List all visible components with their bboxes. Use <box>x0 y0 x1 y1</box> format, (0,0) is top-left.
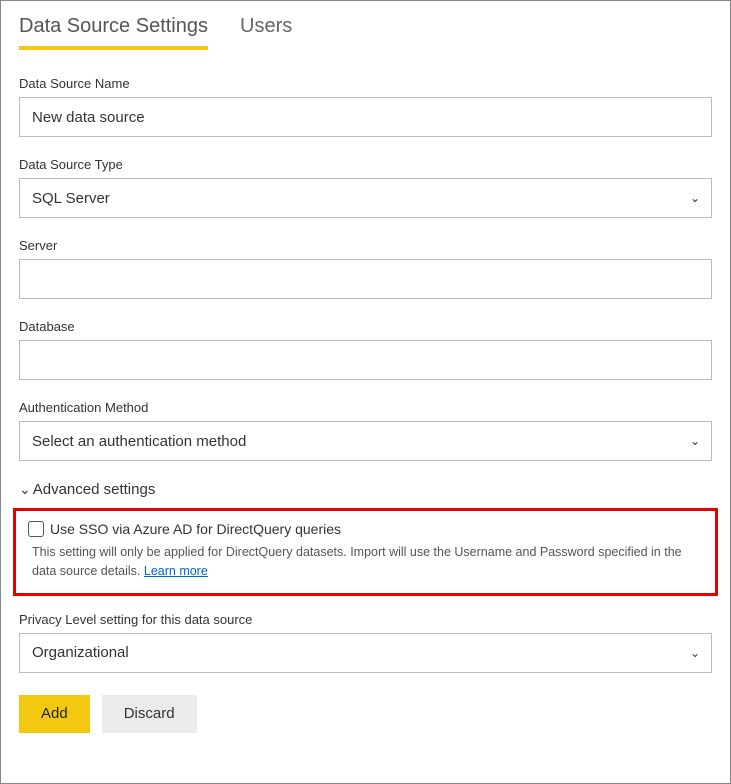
tabs-bar: Data Source Settings Users <box>1 1 730 50</box>
discard-button[interactable]: Discard <box>102 695 197 733</box>
tab-users[interactable]: Users <box>240 15 292 50</box>
add-button[interactable]: Add <box>19 695 90 733</box>
input-server[interactable] <box>19 259 712 299</box>
input-database[interactable] <box>19 340 712 380</box>
select-privacy-level[interactable] <box>19 633 712 673</box>
label-auth-method: Authentication Method <box>19 400 712 415</box>
learn-more-link[interactable]: Learn more <box>144 564 208 578</box>
label-database: Database <box>19 319 712 334</box>
field-auth-method: Authentication Method ⌄ <box>19 400 712 461</box>
field-database: Database <box>19 319 712 380</box>
sso-checkbox-label: Use SSO via Azure AD for DirectQuery que… <box>50 521 341 537</box>
advanced-settings-toggle[interactable]: ⌄ Advanced settings <box>19 481 712 498</box>
label-data-source-type: Data Source Type <box>19 157 712 172</box>
select-auth-method[interactable] <box>19 421 712 461</box>
field-data-source-type: Data Source Type ⌄ <box>19 157 712 218</box>
advanced-settings-label: Advanced settings <box>33 481 156 498</box>
field-data-source-name: Data Source Name <box>19 76 712 137</box>
label-data-source-name: Data Source Name <box>19 76 712 91</box>
sso-checkbox-row[interactable]: Use SSO via Azure AD for DirectQuery que… <box>28 521 703 537</box>
label-server: Server <box>19 238 712 253</box>
sso-highlight-box: Use SSO via Azure AD for DirectQuery que… <box>13 508 718 596</box>
sso-helper-text: This setting will only be applied for Di… <box>28 543 703 581</box>
label-privacy-level: Privacy Level setting for this data sour… <box>19 612 712 627</box>
input-data-source-name[interactable] <box>19 97 712 137</box>
sso-checkbox[interactable] <box>28 521 44 537</box>
field-server: Server <box>19 238 712 299</box>
field-privacy-level: Privacy Level setting for this data sour… <box>19 612 712 673</box>
button-row: Add Discard <box>19 695 712 733</box>
tab-data-source-settings[interactable]: Data Source Settings <box>19 15 208 50</box>
select-data-source-type[interactable] <box>19 178 712 218</box>
form-area: Data Source Name Data Source Type ⌄ Serv… <box>1 50 730 751</box>
chevron-down-icon: ⌄ <box>19 481 31 498</box>
